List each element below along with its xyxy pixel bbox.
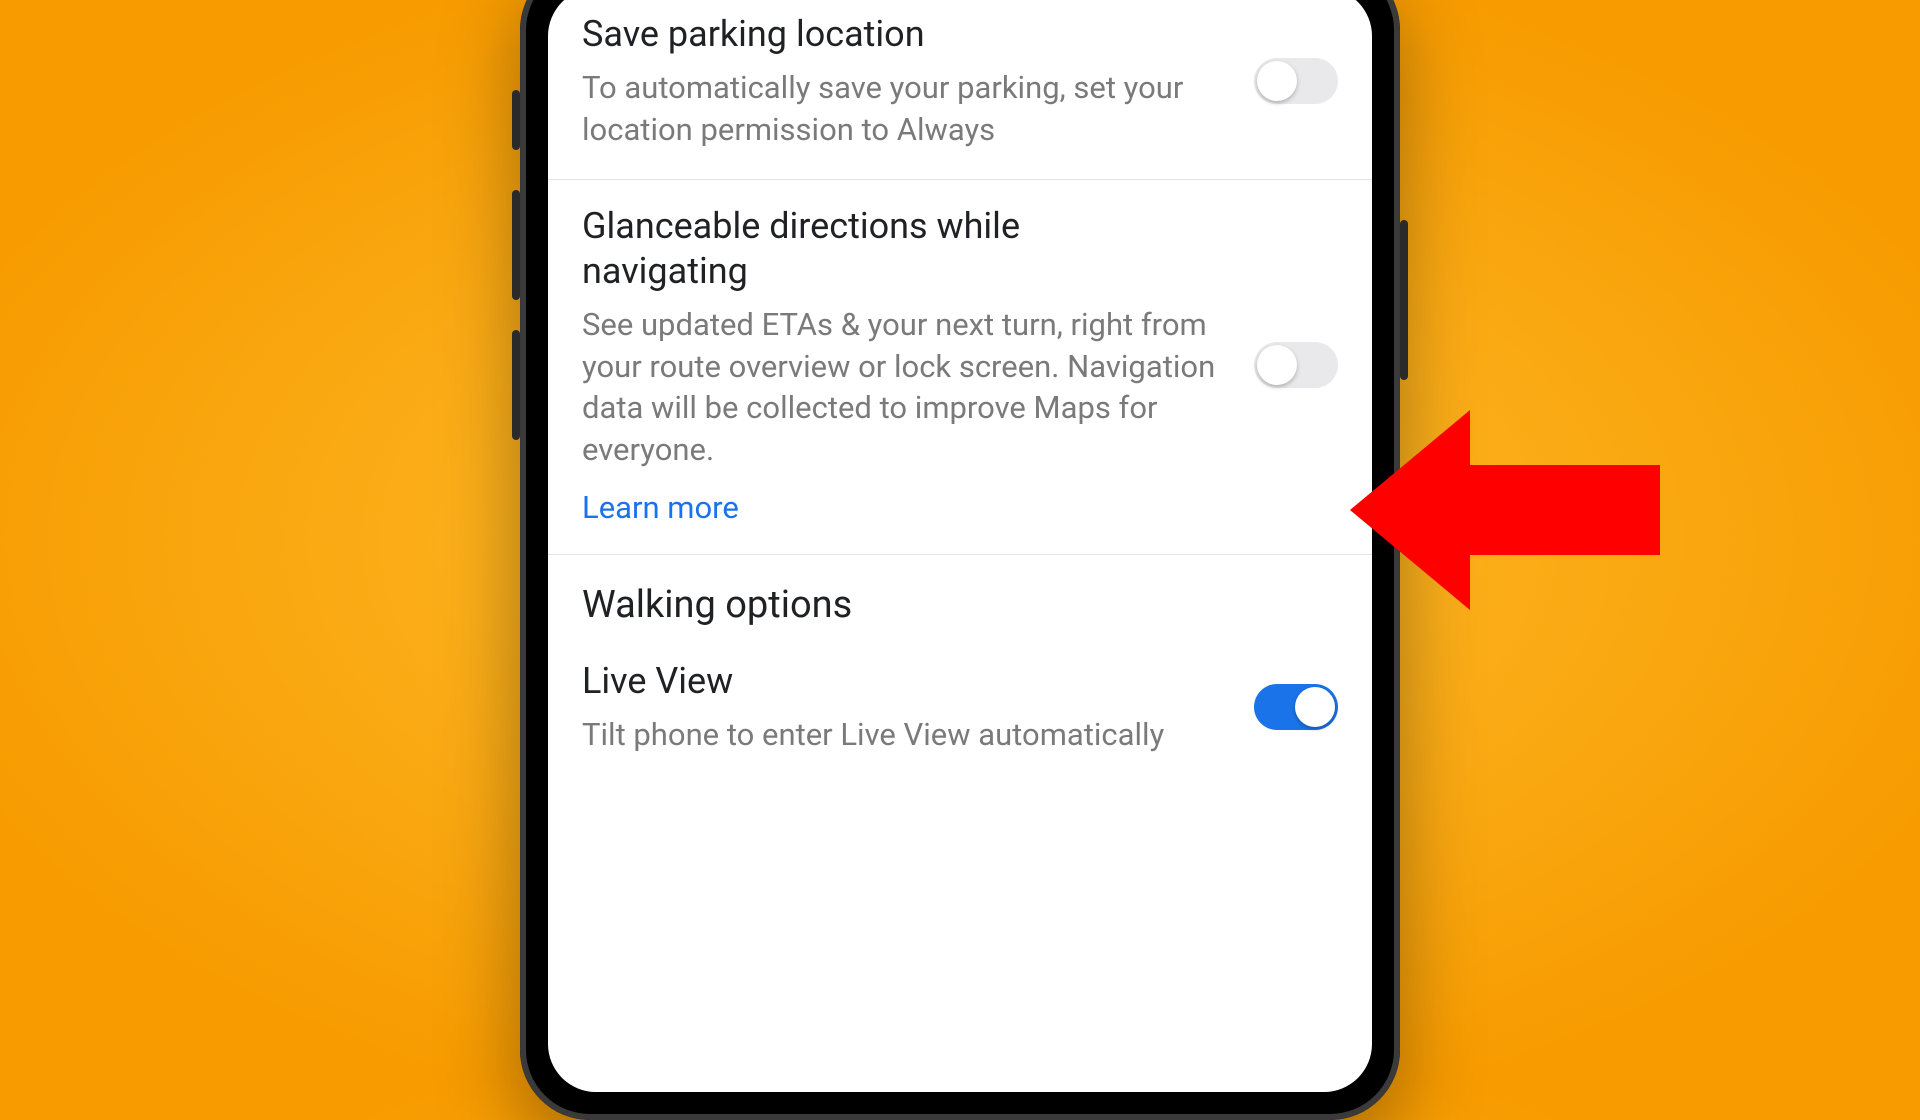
- live-view-toggle[interactable]: [1254, 684, 1338, 730]
- row-glanceable[interactable]: Glanceable directions while navigating S…: [548, 180, 1372, 555]
- phone-frame: Save parking location To automatically s…: [520, 0, 1400, 1120]
- phone-screen: Save parking location To automatically s…: [548, 0, 1372, 1092]
- row-save-parking-title: Save parking location: [582, 12, 1230, 57]
- phone-volume-up: [512, 190, 520, 300]
- stage: Save parking location To automatically s…: [0, 0, 1920, 1080]
- learn-more-link[interactable]: Learn more: [582, 489, 739, 526]
- row-live-view-desc: Tilt phone to enter Live View automatica…: [582, 714, 1230, 756]
- toggle-knob: [1257, 345, 1297, 385]
- row-live-view[interactable]: Live View Tilt phone to enter Live View …: [548, 635, 1372, 784]
- save-parking-toggle[interactable]: [1254, 58, 1338, 104]
- phone-volume-down: [512, 330, 520, 440]
- row-live-view-title: Live View: [582, 659, 1230, 704]
- row-save-parking-main: Save parking location To automatically s…: [582, 12, 1254, 151]
- section-heading-walking: Walking options: [548, 555, 1372, 635]
- row-glanceable-main: Glanceable directions while navigating S…: [582, 204, 1254, 526]
- row-glanceable-desc: See updated ETAs & your next turn, right…: [582, 304, 1230, 471]
- phone-power-button: [1400, 220, 1408, 380]
- row-save-parking[interactable]: Save parking location To automatically s…: [548, 0, 1372, 180]
- glanceable-toggle[interactable]: [1254, 342, 1338, 388]
- row-save-parking-desc: To automatically save your parking, set …: [582, 67, 1230, 151]
- row-live-view-main: Live View Tilt phone to enter Live View …: [582, 659, 1254, 756]
- settings-list[interactable]: Save parking location To automatically s…: [548, 0, 1372, 1092]
- row-glanceable-title: Glanceable directions while navigating: [582, 204, 1062, 294]
- phone-mute-switch: [512, 90, 520, 150]
